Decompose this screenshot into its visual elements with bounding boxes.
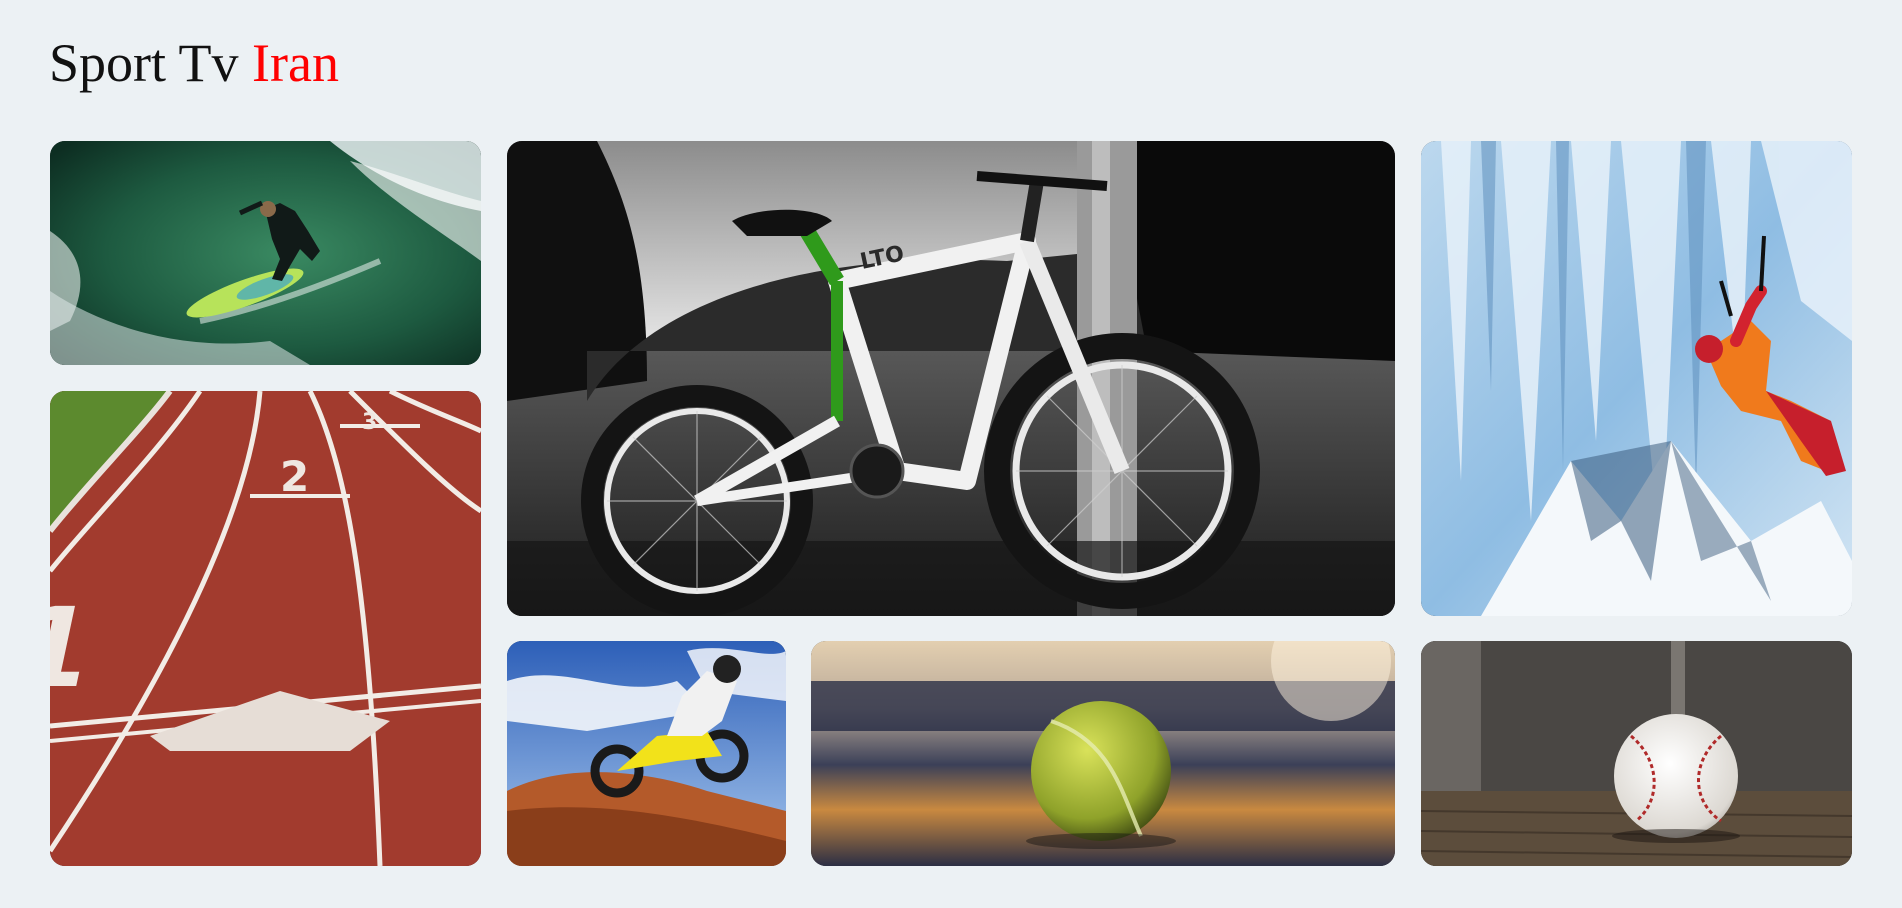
running-track-image[interactable]: 1 2 3 <box>50 391 481 866</box>
ice-climbing-picture <box>1421 141 1852 616</box>
motocross-image[interactable] <box>507 641 786 866</box>
surfing-image[interactable] <box>50 141 481 365</box>
ice-climbing-image[interactable] <box>1421 141 1852 616</box>
page-title: Sport Tv Iran <box>49 28 339 98</box>
surfing-picture <box>50 141 481 365</box>
title-accent: Iran <box>252 33 339 93</box>
tennis-ball-picture <box>811 641 1395 866</box>
tennis-ball-image[interactable] <box>811 641 1395 866</box>
baseball-image[interactable] <box>1421 641 1852 866</box>
title-main: Sport Tv <box>49 33 239 93</box>
running-track-picture: 1 2 3 <box>50 391 481 866</box>
mountain-bike-image[interactable]: LTO <box>507 141 1395 616</box>
motocross-picture <box>507 641 786 866</box>
lane-number-3: 3 <box>362 410 377 435</box>
lane-number-2: 2 <box>280 452 309 501</box>
baseball-picture <box>1421 641 1852 866</box>
mountain-bike-picture: LTO <box>507 141 1395 616</box>
